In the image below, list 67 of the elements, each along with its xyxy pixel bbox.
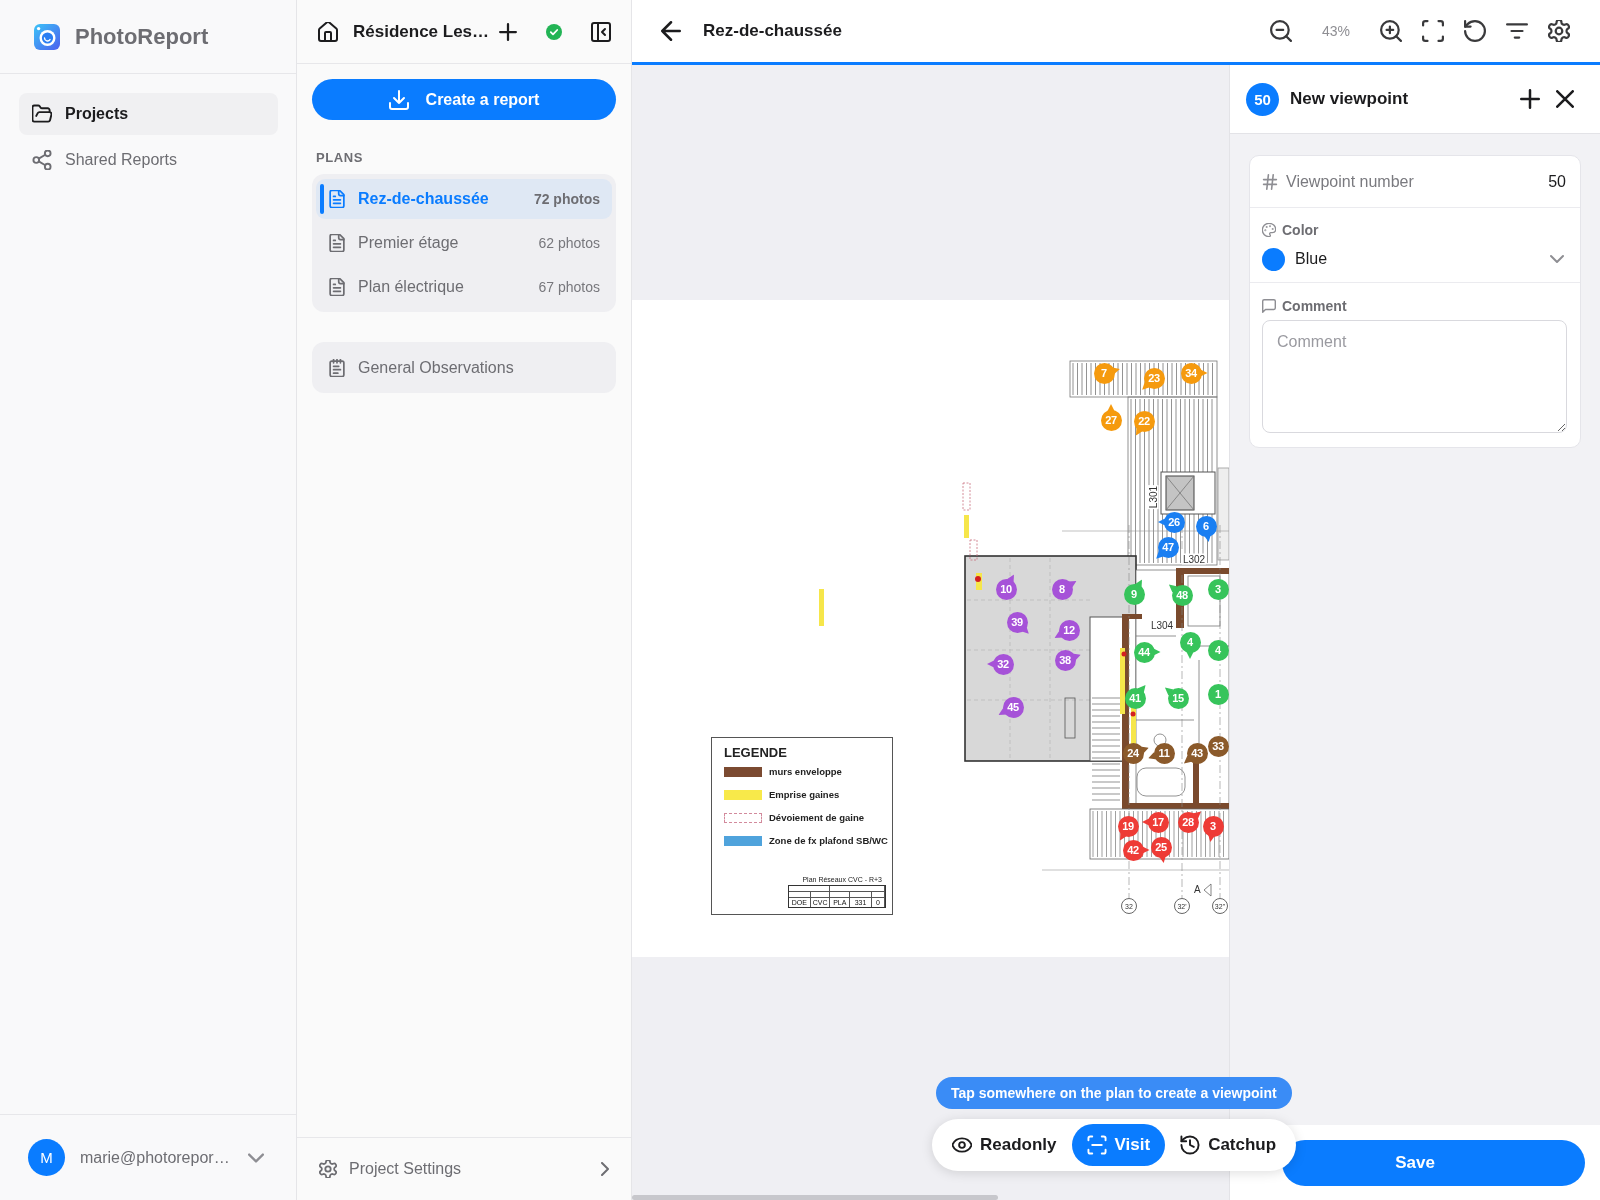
eye-icon [952,1135,972,1155]
plan-title: Rez-de-chaussée [703,21,842,41]
document-icon [328,190,346,208]
user-email: marie@photorepor… [80,1148,230,1167]
legend-title: LEGENDE [724,745,787,760]
nav-item[interactable]: Shared Reports [19,139,278,181]
room-label: L301 [1147,484,1159,510]
hint-tooltip: Tap somewhere on the plan to create a viewpoint [936,1077,1292,1109]
nav-item[interactable]: Projects [19,93,278,135]
legend-label: Emprise gaines [769,788,840,801]
plans-heading: PLANS [316,150,364,166]
general-observations-item[interactable]: General Observations [312,342,616,393]
plus-icon[interactable] [499,22,517,41]
project-settings-item[interactable]: Project Settings [297,1137,631,1200]
project-title: Résidence Les… [353,21,490,42]
plus-icon[interactable] [1520,89,1540,109]
room-label: L302 [1181,553,1207,565]
panel-collapse-icon[interactable] [591,21,611,42]
legend-label: Dévoiement de gaine [769,811,865,824]
filter-icon[interactable] [1506,20,1528,42]
fullscreen-icon[interactable] [1422,20,1444,42]
notepad-icon [328,358,346,377]
plan-item[interactable]: Plan électrique 67 photos [316,267,612,307]
panel-title: New viewpoint [1290,89,1409,109]
comment-label: Comment [1282,298,1347,314]
app-logo-icon [34,23,60,50]
viewpoint-number-label: Viewpoint number [1286,172,1414,191]
mode-button[interactable]: Visit [1071,1124,1166,1166]
zoom-out-icon[interactable] [1270,20,1292,42]
zoom-in-icon[interactable] [1380,20,1402,42]
check-circle-icon [546,23,562,40]
save-button[interactable]: Save [1282,1139,1585,1186]
legend-label: Zone de fx plafond SB/WC [769,834,888,847]
scan-icon [1086,1135,1107,1155]
viewpoint-number-input[interactable]: 50 [1506,172,1566,191]
section-mark-label: A [1194,884,1201,895]
download-icon [388,89,409,110]
folder-icon [32,104,52,124]
legend-label: murs enveloppe [769,765,842,778]
create-report-button[interactable]: Create a report [312,79,616,120]
color-label: Color [1282,222,1319,238]
mode-button[interactable]: Readonly [937,1124,1072,1166]
settings-icon [319,1160,337,1178]
share-icon [32,150,52,170]
color-select[interactable]: Blue [1262,244,1566,274]
comment-field[interactable]: Comment [1262,320,1567,433]
app-name: PhotoReport [75,23,209,50]
plan-item[interactable]: Rez-de-chaussée 72 photos [316,179,612,219]
close-icon[interactable] [1556,90,1574,108]
viewpoint-number-badge: 50 [1246,82,1279,116]
document-icon [328,234,346,252]
settings-icon[interactable] [1548,20,1570,42]
rotate-icon[interactable] [1464,20,1486,42]
chevron-down-icon [1550,252,1564,266]
plan-item[interactable]: Premier étage 62 photos [316,223,612,263]
zoom-level: 43% [1321,23,1351,39]
chevron-right-icon [601,1162,609,1176]
document-icon [328,278,346,296]
history-icon [1180,1135,1201,1155]
palette-icon [1262,223,1276,237]
hash-icon [1262,173,1278,190]
user-avatar[interactable]: M [28,1139,65,1176]
horizontal-scrollbar[interactable] [632,1195,998,1200]
home-icon[interactable] [318,21,338,42]
back-arrow-icon[interactable] [661,21,681,41]
room-label: L304 [1149,619,1175,631]
speech-bubble-icon [1262,299,1276,313]
